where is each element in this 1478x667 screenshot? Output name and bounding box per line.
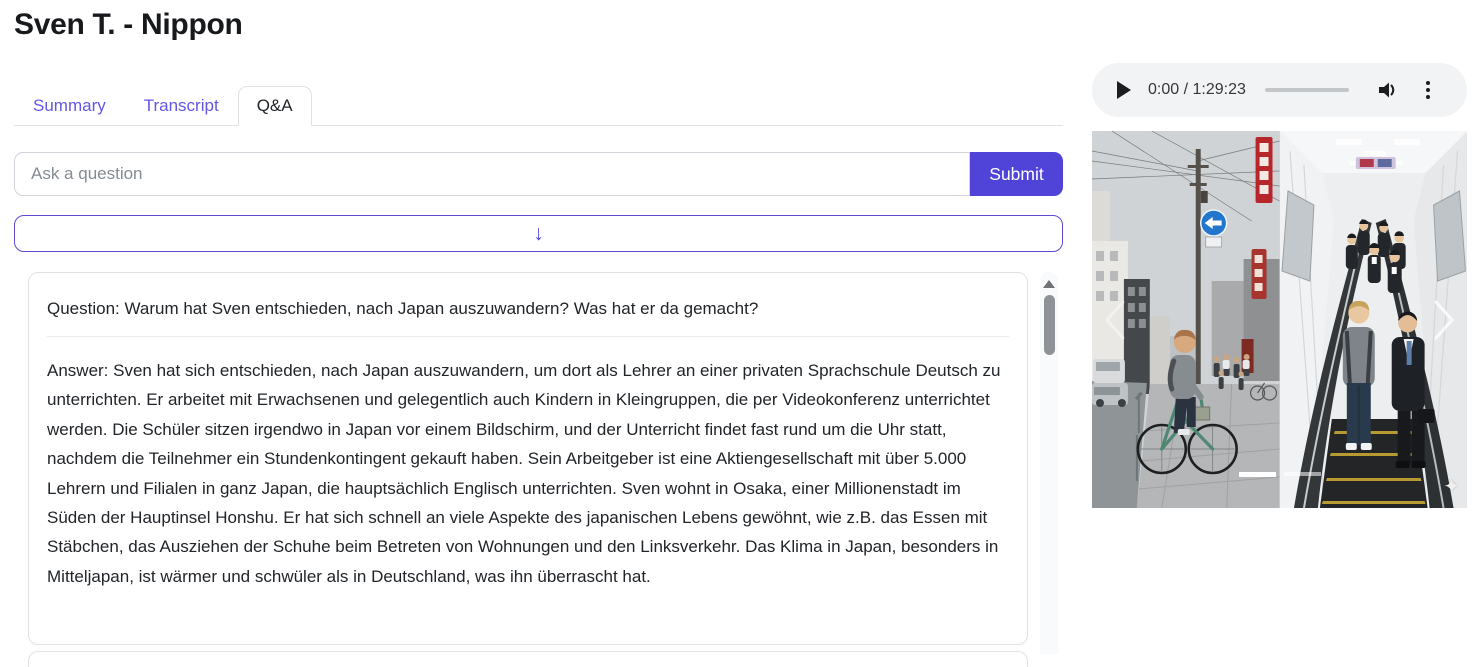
audio-time: 0:00 / 1:29:23 [1148,81,1246,99]
scroll-down-button[interactable]: ↓ [14,215,1063,252]
ask-question-form: Submit [14,152,1063,196]
question-answer-divider [47,336,1009,337]
tab-bar: Summary Transcript Q&A [14,84,1063,126]
volume-icon[interactable] [1377,80,1399,100]
tab-summary[interactable]: Summary [14,86,125,126]
image-carousel: ✦ [1092,131,1467,508]
submit-button[interactable]: Submit [970,152,1063,196]
play-icon[interactable] [1117,81,1131,99]
carousel-indicators [1092,472,1467,477]
qa-answer: Answer: Sven hat sich entschieden, nach … [47,356,1009,591]
scrollbar-thumb[interactable] [1044,295,1055,355]
arrow-down-icon: ↓ [533,223,544,244]
qa-scrollbar[interactable] [1040,272,1058,654]
overflow-menu-icon[interactable] [1426,81,1430,99]
chevron-right-icon [1432,298,1456,342]
qa-question: Question: Warum hat Sven entschieden, na… [47,299,1009,319]
qa-card: Question: Warum hat Sven entschieden, na… [28,272,1028,645]
audio-player[interactable]: 0:00 / 1:29:23 [1092,63,1467,117]
next-slide-button[interactable] [1421,131,1467,508]
indicator-slide-2[interactable] [1284,472,1321,476]
chevron-left-icon [1103,298,1127,342]
qa-list: Question: Warum hat Sven entschieden, na… [28,272,1028,667]
scroll-up-icon[interactable] [1043,280,1055,288]
question-input[interactable] [14,152,970,196]
page-title: Sven T. - Nippon [14,8,243,42]
carousel-slides [1092,131,1467,508]
indicator-slide-1[interactable] [1239,472,1276,477]
qa-card-next-partial [28,651,1028,667]
sparkle-icon: ✦ [1443,474,1460,499]
audio-seekbar[interactable] [1265,88,1349,92]
tab-transcript[interactable]: Transcript [125,86,238,126]
previous-slide-button[interactable] [1092,131,1138,508]
tab-qa[interactable]: Q&A [238,86,312,126]
